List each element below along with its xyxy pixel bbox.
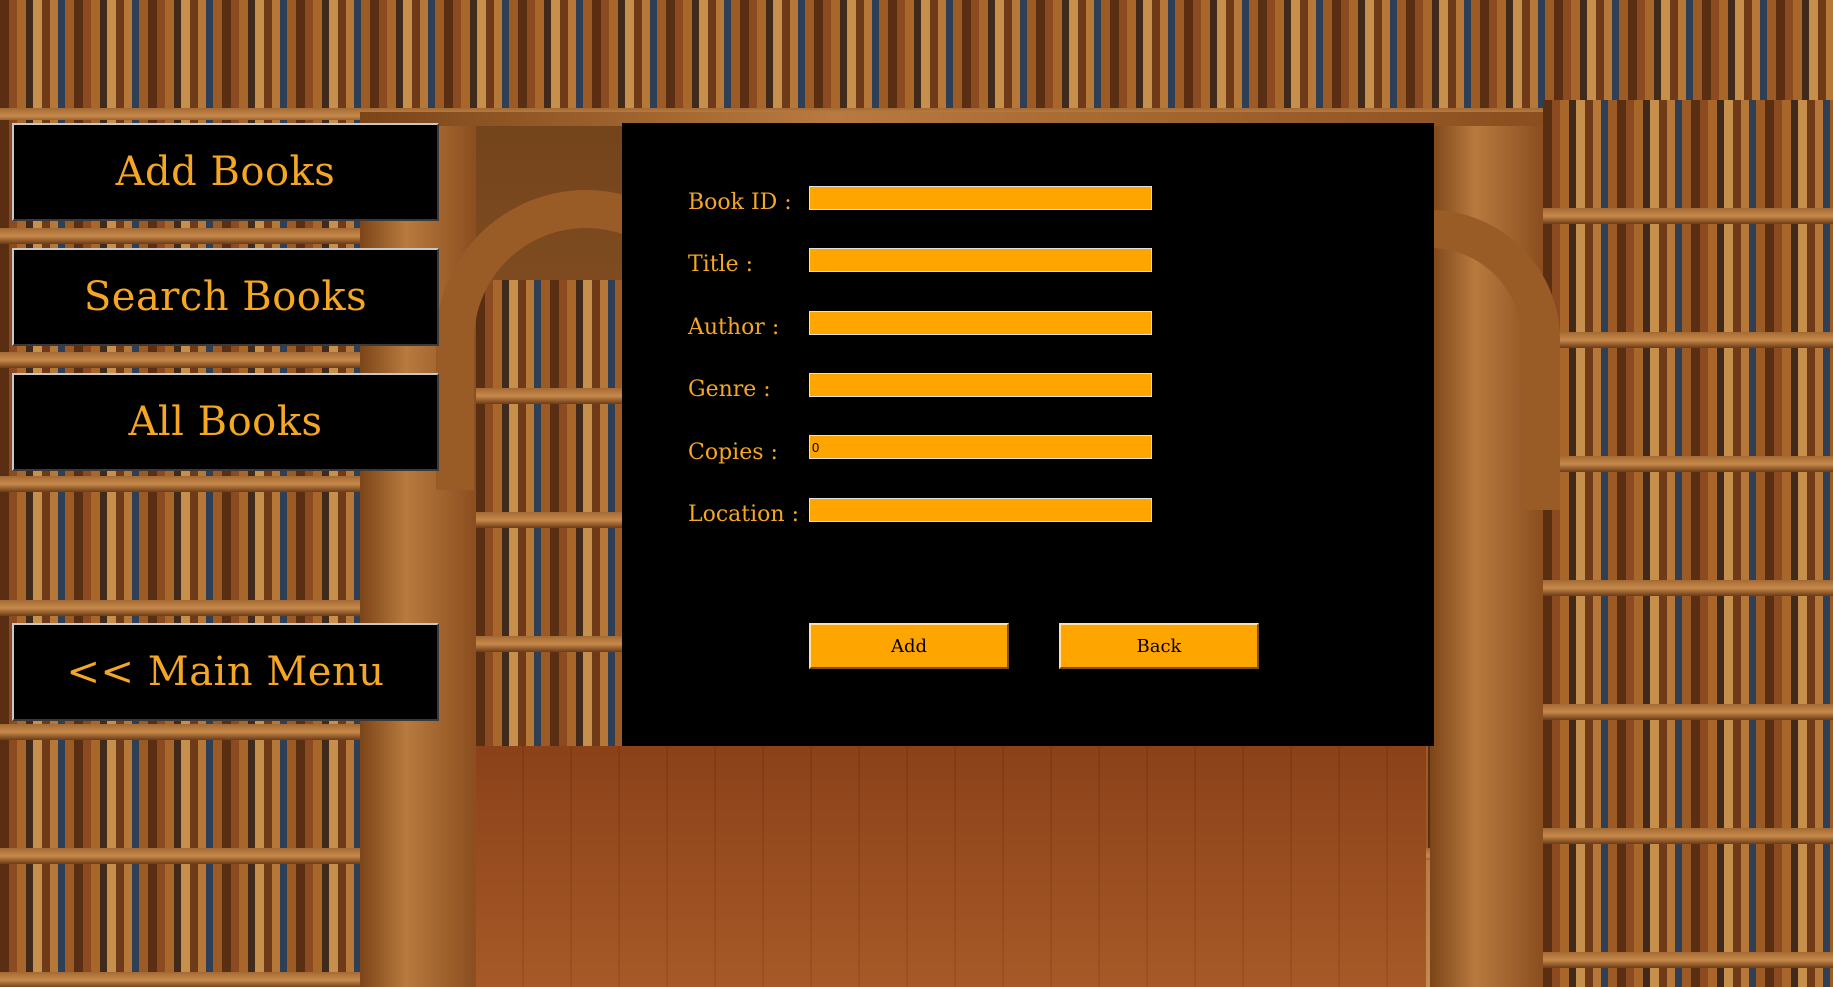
back-button[interactable]: Back bbox=[1059, 623, 1259, 669]
location-label: Location : bbox=[688, 502, 799, 527]
add-button-label: Add bbox=[890, 635, 928, 657]
location-input[interactable] bbox=[809, 498, 1152, 522]
add-book-form-panel: Book ID : Title : Author : Genre : Copie… bbox=[622, 123, 1434, 746]
genre-input[interactable] bbox=[809, 373, 1152, 397]
book-id-label: Book ID : bbox=[688, 190, 792, 215]
title-input[interactable] bbox=[809, 248, 1152, 272]
main-menu-button[interactable]: << Main Menu bbox=[12, 623, 439, 721]
title-label: Title : bbox=[688, 252, 754, 277]
add-button[interactable]: Add bbox=[809, 623, 1009, 669]
bookshelf-right bbox=[1543, 100, 1833, 987]
main-menu-label: << Main Menu bbox=[66, 649, 385, 695]
search-books-label: Search Books bbox=[83, 274, 368, 320]
all-books-label: All Books bbox=[128, 399, 323, 445]
search-books-button[interactable]: Search Books bbox=[12, 248, 439, 346]
add-books-button[interactable]: Add Books bbox=[12, 123, 439, 221]
copies-label: Copies : bbox=[688, 440, 778, 465]
wooden-floor bbox=[476, 746, 1426, 987]
author-label: Author : bbox=[688, 315, 780, 340]
author-input[interactable] bbox=[809, 311, 1152, 335]
all-books-button[interactable]: All Books bbox=[12, 373, 439, 471]
copies-input[interactable] bbox=[809, 435, 1152, 459]
book-id-input[interactable] bbox=[809, 186, 1152, 210]
back-button-label: Back bbox=[1136, 635, 1182, 657]
genre-label: Genre : bbox=[688, 377, 771, 402]
add-books-label: Add Books bbox=[115, 149, 336, 195]
